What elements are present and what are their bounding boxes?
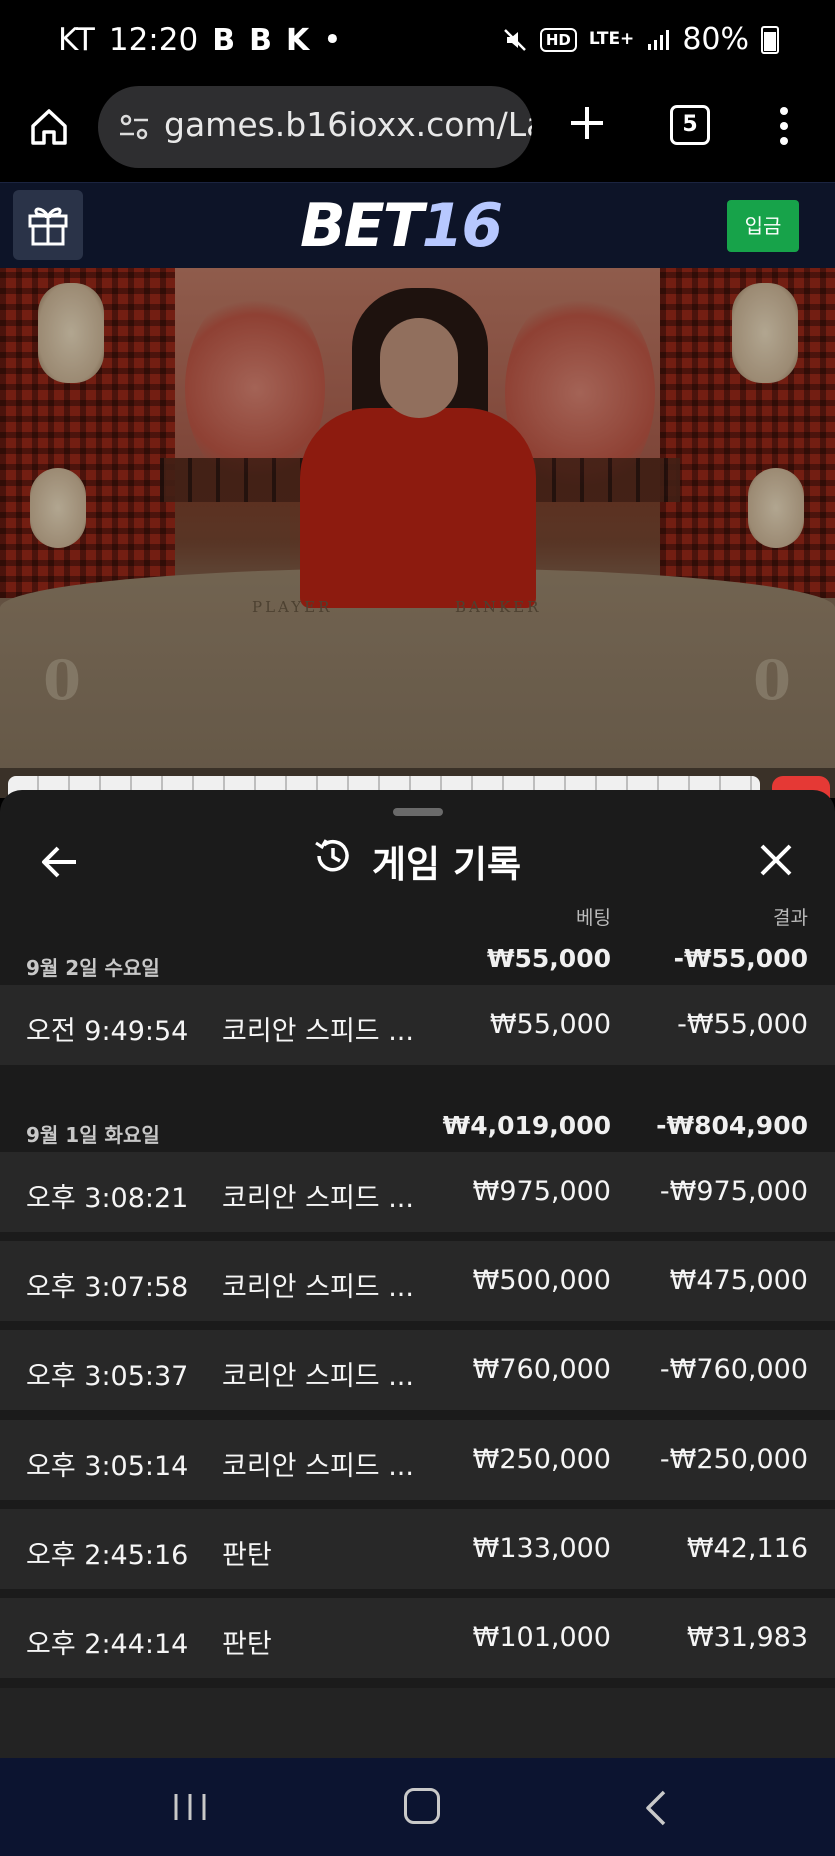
gift-icon [28, 207, 68, 246]
row-result: -₩760,000 [659, 1354, 808, 1385]
hd-icon: HD [539, 27, 577, 52]
system-nav-bar [0, 1758, 835, 1856]
history-row-partial[interactable] [0, 1688, 835, 1758]
row-time: 오후 3:05:14 [26, 1451, 189, 1482]
new-tab-icon[interactable] [568, 104, 606, 142]
back-nav-icon[interactable] [640, 1788, 670, 1828]
history-row[interactable]: 오후 3:08:21 코리안 스피드 ... ₩975,000 -₩975,00… [0, 1152, 835, 1232]
site-settings-icon[interactable] [116, 109, 152, 145]
status-left: KT 12:20 B B K • [58, 22, 342, 58]
row-bet: ₩760,000 [472, 1354, 611, 1385]
row-time: 오후 3:08:21 [26, 1183, 189, 1214]
more-menu-icon[interactable] [779, 106, 789, 146]
date-label: 9월 1일 화요일 [26, 1123, 160, 1147]
row-game: 코리안 스피드 ... [222, 1451, 414, 1482]
row-bet: ₩133,000 [472, 1533, 611, 1564]
row-time: 오후 3:07:58 [26, 1272, 189, 1303]
home-icon[interactable] [28, 106, 70, 148]
mute-icon [503, 28, 526, 51]
site-header: BET16 입금 [0, 182, 835, 269]
row-result: ₩31,983 [686, 1622, 808, 1653]
row-game: 판탄 [222, 1629, 272, 1660]
date-total-result: -₩804,900 [656, 1111, 808, 1140]
row-bet: ₩101,000 [472, 1622, 611, 1653]
row-result: -₩55,000 [677, 1009, 808, 1040]
row-game: 코리안 스피드 ... [222, 1272, 414, 1303]
row-bet: ₩500,000 [472, 1265, 611, 1296]
date-label: 9월 2일 수요일 [26, 956, 160, 980]
history-row[interactable]: 오전 9:49:54 코리안 스피드 ... ₩55,000 -₩55,000 [0, 985, 835, 1065]
notification-b-icon: B [249, 22, 272, 58]
status-bar: KT 12:20 B B K • HD LTE+ 80% [0, 0, 835, 86]
history-icon [315, 839, 349, 872]
video-dim-overlay [0, 268, 835, 768]
gift-button[interactable] [13, 190, 83, 260]
carrier-label: KT [58, 22, 95, 58]
row-result: ₩475,000 [669, 1265, 808, 1296]
lte-icon: LTE+ [588, 29, 635, 49]
notification-dot: • [323, 22, 342, 58]
row-time: 오전 9:49:54 [26, 1016, 189, 1047]
live-video-stream[interactable]: PLAYER BANKER 0 0 [0, 268, 835, 768]
row-result: -₩975,000 [659, 1176, 808, 1207]
history-row[interactable]: 오후 2:45:16 판탄 ₩133,000 ₩42,116 [0, 1509, 835, 1589]
history-row[interactable]: 오후 3:05:14 코리안 스피드 ... ₩250,000 -₩250,00… [0, 1420, 835, 1500]
recent-apps-icon[interactable] [170, 1788, 210, 1826]
url-text[interactable]: games.b16ioxx.com/La [164, 105, 532, 144]
deposit-button[interactable]: 입금 [727, 200, 799, 252]
row-time: 오후 3:05:37 [26, 1361, 189, 1392]
history-row[interactable]: 오후 2:44:14 판탄 ₩101,000 ₩31,983 [0, 1598, 835, 1678]
sheet-title: 게임 기록 [372, 843, 522, 886]
row-time: 오후 2:44:14 [26, 1629, 189, 1660]
tab-switcher-button[interactable]: 5 [670, 105, 710, 145]
date-total-bet: ₩55,000 [486, 944, 611, 973]
site-logo[interactable]: BET16 [300, 191, 503, 261]
date-total-bet: ₩4,019,000 [442, 1111, 611, 1140]
history-row[interactable]: 오후 3:05:37 코리안 스피드 ... ₩760,000 -₩760,00… [0, 1330, 835, 1410]
clock: 12:20 [108, 22, 199, 58]
row-result: -₩250,000 [659, 1444, 808, 1475]
column-header-bet: 베팅 [576, 907, 611, 929]
row-time: 오후 2:45:16 [26, 1540, 189, 1571]
row-bet: ₩55,000 [489, 1009, 611, 1040]
row-bet: ₩975,000 [472, 1176, 611, 1207]
sheet-drag-handle[interactable] [393, 808, 443, 816]
game-history-sheet: 게임 기록 베팅 결과 9월 2일 수요일 ₩55,000 -₩55,000 오… [0, 790, 835, 1758]
row-game: 판탄 [222, 1540, 272, 1571]
row-result: ₩42,116 [686, 1533, 808, 1564]
date-group-header: 9월 1일 화요일 ₩4,019,000 -₩804,900 [0, 1097, 835, 1153]
back-arrow-icon[interactable] [38, 840, 82, 884]
notification-b-icon: B [212, 22, 236, 58]
battery-icon [761, 25, 779, 54]
column-header-result: 결과 [773, 907, 808, 929]
browser-toolbar: games.b16ioxx.com/La 5 [0, 86, 835, 182]
date-group-header: 9월 2일 수요일 ₩55,000 -₩55,000 [0, 930, 835, 986]
logo-text-16: 16 [421, 191, 503, 261]
history-row[interactable]: 오후 3:07:58 코리안 스피드 ... ₩500,000 ₩475,000 [0, 1241, 835, 1321]
date-total-result: -₩55,000 [673, 944, 808, 973]
close-icon[interactable] [754, 838, 798, 882]
battery-percent: 80% [682, 22, 749, 57]
row-game: 코리안 스피드 ... [222, 1016, 414, 1047]
row-game: 코리안 스피드 ... [222, 1361, 414, 1392]
address-bar[interactable]: games.b16ioxx.com/La [98, 86, 532, 168]
signal-icon [648, 29, 670, 50]
status-right: HD LTE+ 80% [502, 22, 779, 57]
home-button-icon[interactable] [404, 1788, 440, 1824]
row-bet: ₩250,000 [472, 1444, 611, 1475]
row-game: 코리안 스피드 ... [222, 1183, 414, 1214]
logo-text-bet: BET [300, 191, 424, 261]
notification-k-icon: K [285, 22, 310, 58]
